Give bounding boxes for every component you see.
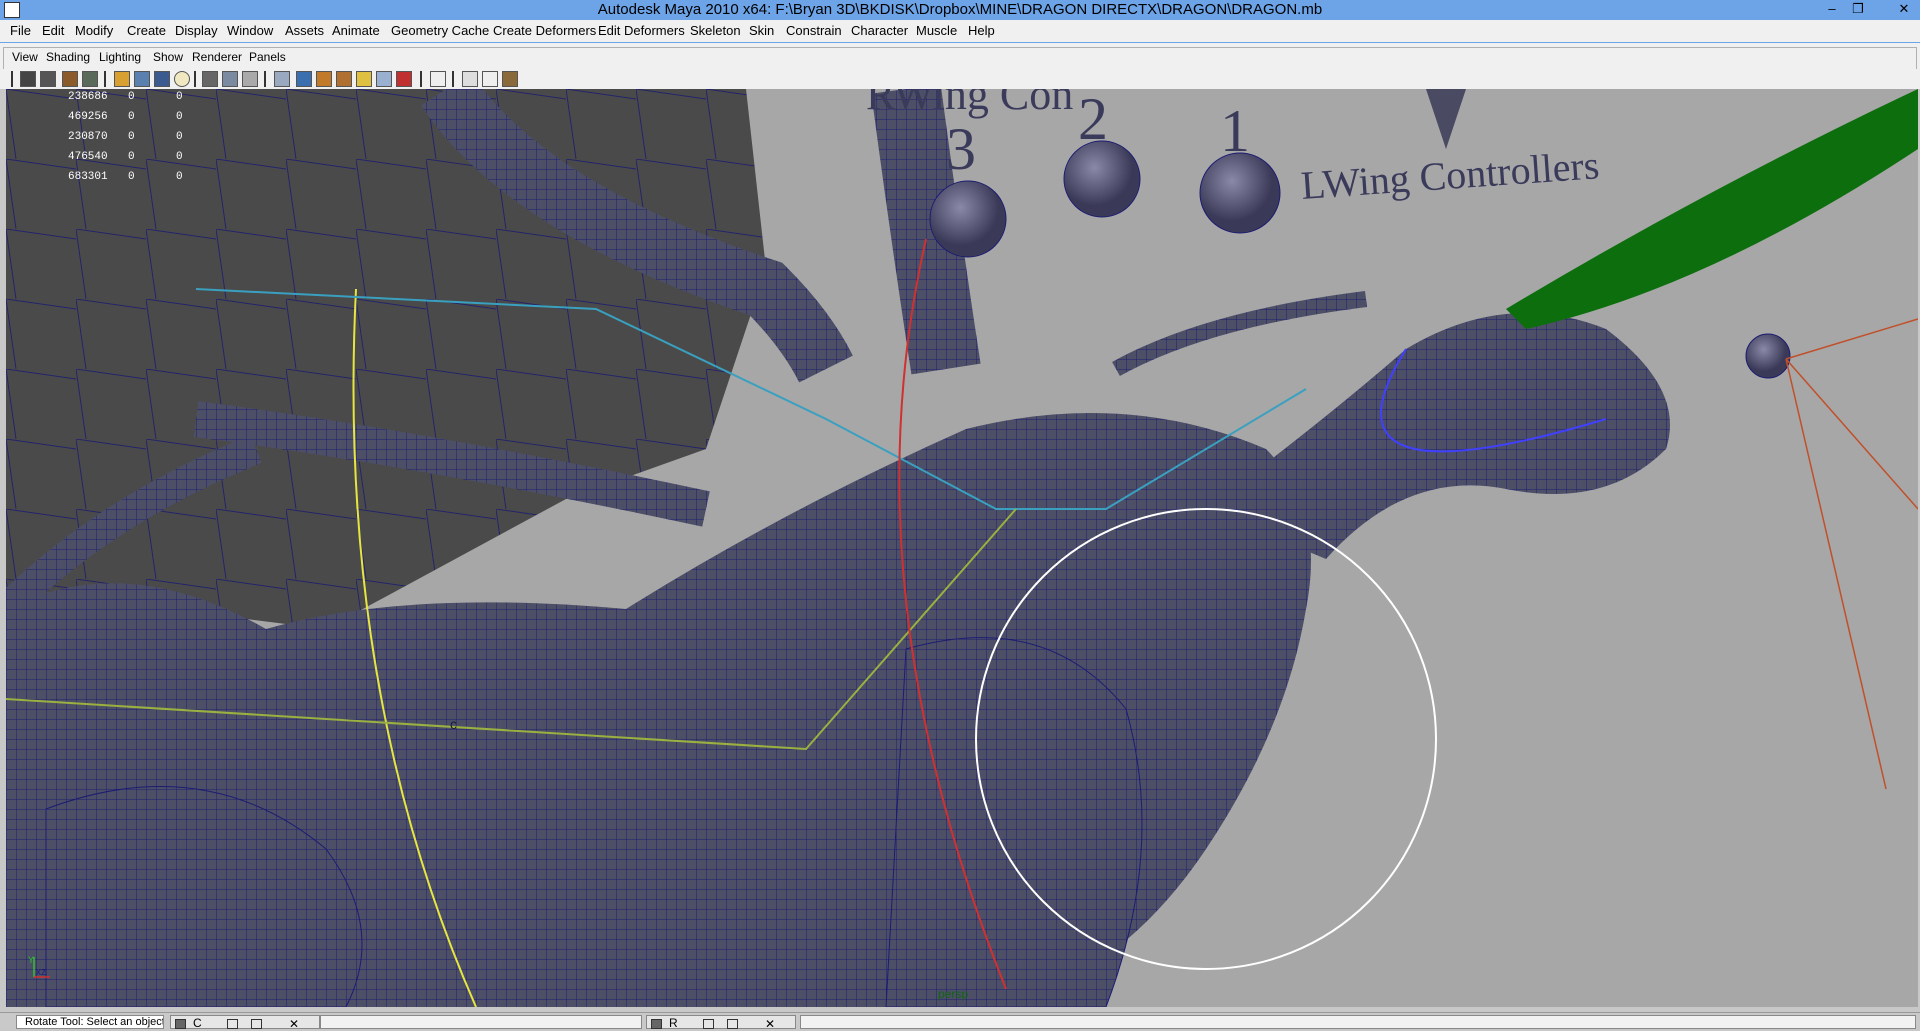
controller-ball-3[interactable] (929, 180, 1007, 258)
menu-character[interactable]: Character (851, 23, 908, 38)
xray-icon[interactable] (376, 71, 392, 87)
dragon-head (1206, 313, 1670, 559)
menu-skin[interactable]: Skin (749, 23, 774, 38)
panel-menu-panels[interactable]: Panels (249, 50, 286, 64)
camera-name-label: persp (938, 987, 969, 1001)
toolbar-separator (104, 71, 106, 87)
menu-modify[interactable]: Modify (75, 23, 113, 38)
view-axis-icon: Y xz (28, 953, 58, 983)
resolution-gate-icon[interactable] (174, 71, 190, 87)
menu-constrain[interactable]: Constrain (786, 23, 842, 38)
toolbar-separator (420, 71, 422, 87)
bookmark-icon[interactable] (62, 71, 78, 87)
menu-assets[interactable]: Assets (285, 23, 324, 38)
hud-row-verts: 238686 0 0 (68, 91, 183, 103)
main-menu-bar: File Edit Modify Create Display Window A… (0, 20, 1920, 43)
hud-row-uvs: 683301 0 0 (68, 171, 183, 183)
menu-edit-deformers[interactable]: Edit Deformers (598, 23, 685, 38)
title-bar: Autodesk Maya 2010 x64: F:\Bryan 3D\BKDI… (0, 0, 1920, 20)
2d-pan-icon[interactable] (114, 71, 130, 87)
toolbar-separator (264, 71, 266, 87)
status-taskbar: Rotate Tool: Select an object C ✕ R ✕ (0, 1012, 1920, 1031)
dragon-horn-top (1426, 89, 1466, 149)
panel-menu-show[interactable]: Show (153, 50, 183, 64)
close-button[interactable]: ✕ (1892, 0, 1916, 20)
menu-display[interactable]: Display (175, 23, 218, 38)
panel-menu-renderer[interactable]: Renderer (192, 50, 242, 64)
menu-help[interactable]: Help (968, 23, 995, 38)
grid-icon[interactable] (134, 71, 150, 87)
menu-muscle[interactable]: Muscle (916, 23, 957, 38)
controller-ball-2[interactable] (1063, 140, 1141, 218)
menu-geometry-cache[interactable]: Geometry Cache (391, 23, 489, 38)
dragon-horn (1112, 291, 1367, 376)
smooth-shade-icon[interactable] (296, 71, 312, 87)
taskbar-empty-slot (320, 1015, 642, 1029)
safe-action-icon[interactable] (242, 71, 258, 87)
menu-window[interactable]: Window (227, 23, 273, 38)
help-line: Rotate Tool: Select an object (16, 1015, 164, 1029)
close-small-icon[interactable]: ✕ (765, 1017, 775, 1031)
minimized-panel-1[interactable]: C ✕ (170, 1015, 320, 1031)
camera-attr-icon[interactable] (502, 71, 518, 87)
controller-number-3: 3 (946, 116, 976, 182)
dragon-fore-leg (885, 637, 1143, 1007)
light-icon[interactable] (336, 71, 352, 87)
close-small-icon[interactable]: ✕ (289, 1017, 299, 1031)
menu-file[interactable]: File (10, 23, 31, 38)
window-title: Autodesk Maya 2010 x64: F:\Bryan 3D\BKDI… (597, 1, 1323, 18)
hud-icon[interactable] (482, 71, 498, 87)
perspective-viewport[interactable]: RWing Con 3 2 1 LWing Controllers c 2386… (6, 89, 1918, 1007)
shadow-icon[interactable] (356, 71, 372, 87)
toolbar-separator (194, 71, 196, 87)
menu-edit[interactable]: Edit (42, 23, 64, 38)
minimize-button[interactable]: – (1820, 0, 1844, 20)
image-plane-icon[interactable] (82, 71, 98, 87)
menu-create[interactable]: Create (127, 23, 166, 38)
hud-row-faces: 230870 0 0 (68, 131, 183, 143)
panel-menu-view[interactable]: View (12, 50, 38, 64)
axis-gizmo: Y xz (28, 955, 50, 978)
lock-camera-icon[interactable] (40, 71, 56, 87)
panel-menu-bar: View Shading Lighting Show Renderer Pane… (0, 43, 1920, 69)
lwing-controllers-label: LWing Controllers (1299, 142, 1600, 208)
scene-render: RWing Con 3 2 1 LWing Controllers c (6, 89, 1918, 1007)
fire-breath (1506, 89, 1918, 329)
rwing-controllers-label: RWing Con (866, 89, 1073, 119)
panel-toolbar (0, 69, 1920, 89)
axis-xz-label: xz (36, 967, 46, 978)
gate-mask-icon[interactable] (202, 71, 218, 87)
joint-letter-label: c (450, 716, 457, 732)
texture-icon[interactable] (316, 71, 332, 87)
field-chart-icon[interactable] (222, 71, 238, 87)
wireframe-icon[interactable] (274, 71, 290, 87)
menu-skeleton[interactable]: Skeleton (690, 23, 741, 38)
poly-count-hud: 238686 0 0 469256 0 0 230870 0 0 476540 … (18, 91, 218, 191)
minimized-panel-2[interactable]: R ✕ (646, 1015, 796, 1031)
aim-lines (1785, 318, 1918, 790)
menu-animate[interactable]: Animate (332, 23, 380, 38)
panel-frame (3, 47, 1917, 69)
isolate-icon[interactable] (396, 71, 412, 87)
film-gate-icon[interactable] (154, 71, 170, 87)
hud-row-tris: 476540 0 0 (68, 151, 183, 163)
taskbar-empty-slot (800, 1015, 1916, 1029)
panel-menu-lighting[interactable]: Lighting (99, 50, 141, 64)
controller-number-1: 1 (1220, 98, 1250, 164)
menu-create-deformers[interactable]: Create Deformers (493, 23, 596, 38)
eye-target-ball[interactable] (1745, 333, 1791, 379)
select-camera-icon[interactable] (20, 71, 36, 87)
axis-y-label: Y (28, 955, 34, 965)
toolbar-separator (11, 71, 13, 87)
panel-menu-shading[interactable]: Shading (46, 50, 90, 64)
controller-number-2: 2 (1078, 89, 1108, 152)
toolbar-separator (452, 71, 454, 87)
controller-ball-1[interactable] (1199, 152, 1281, 234)
hud-row-edges: 469256 0 0 (68, 111, 183, 123)
frame-all-icon[interactable] (430, 71, 446, 87)
frame-selected-icon[interactable] (462, 71, 478, 87)
restore-button[interactable]: ❐ (1846, 0, 1870, 20)
